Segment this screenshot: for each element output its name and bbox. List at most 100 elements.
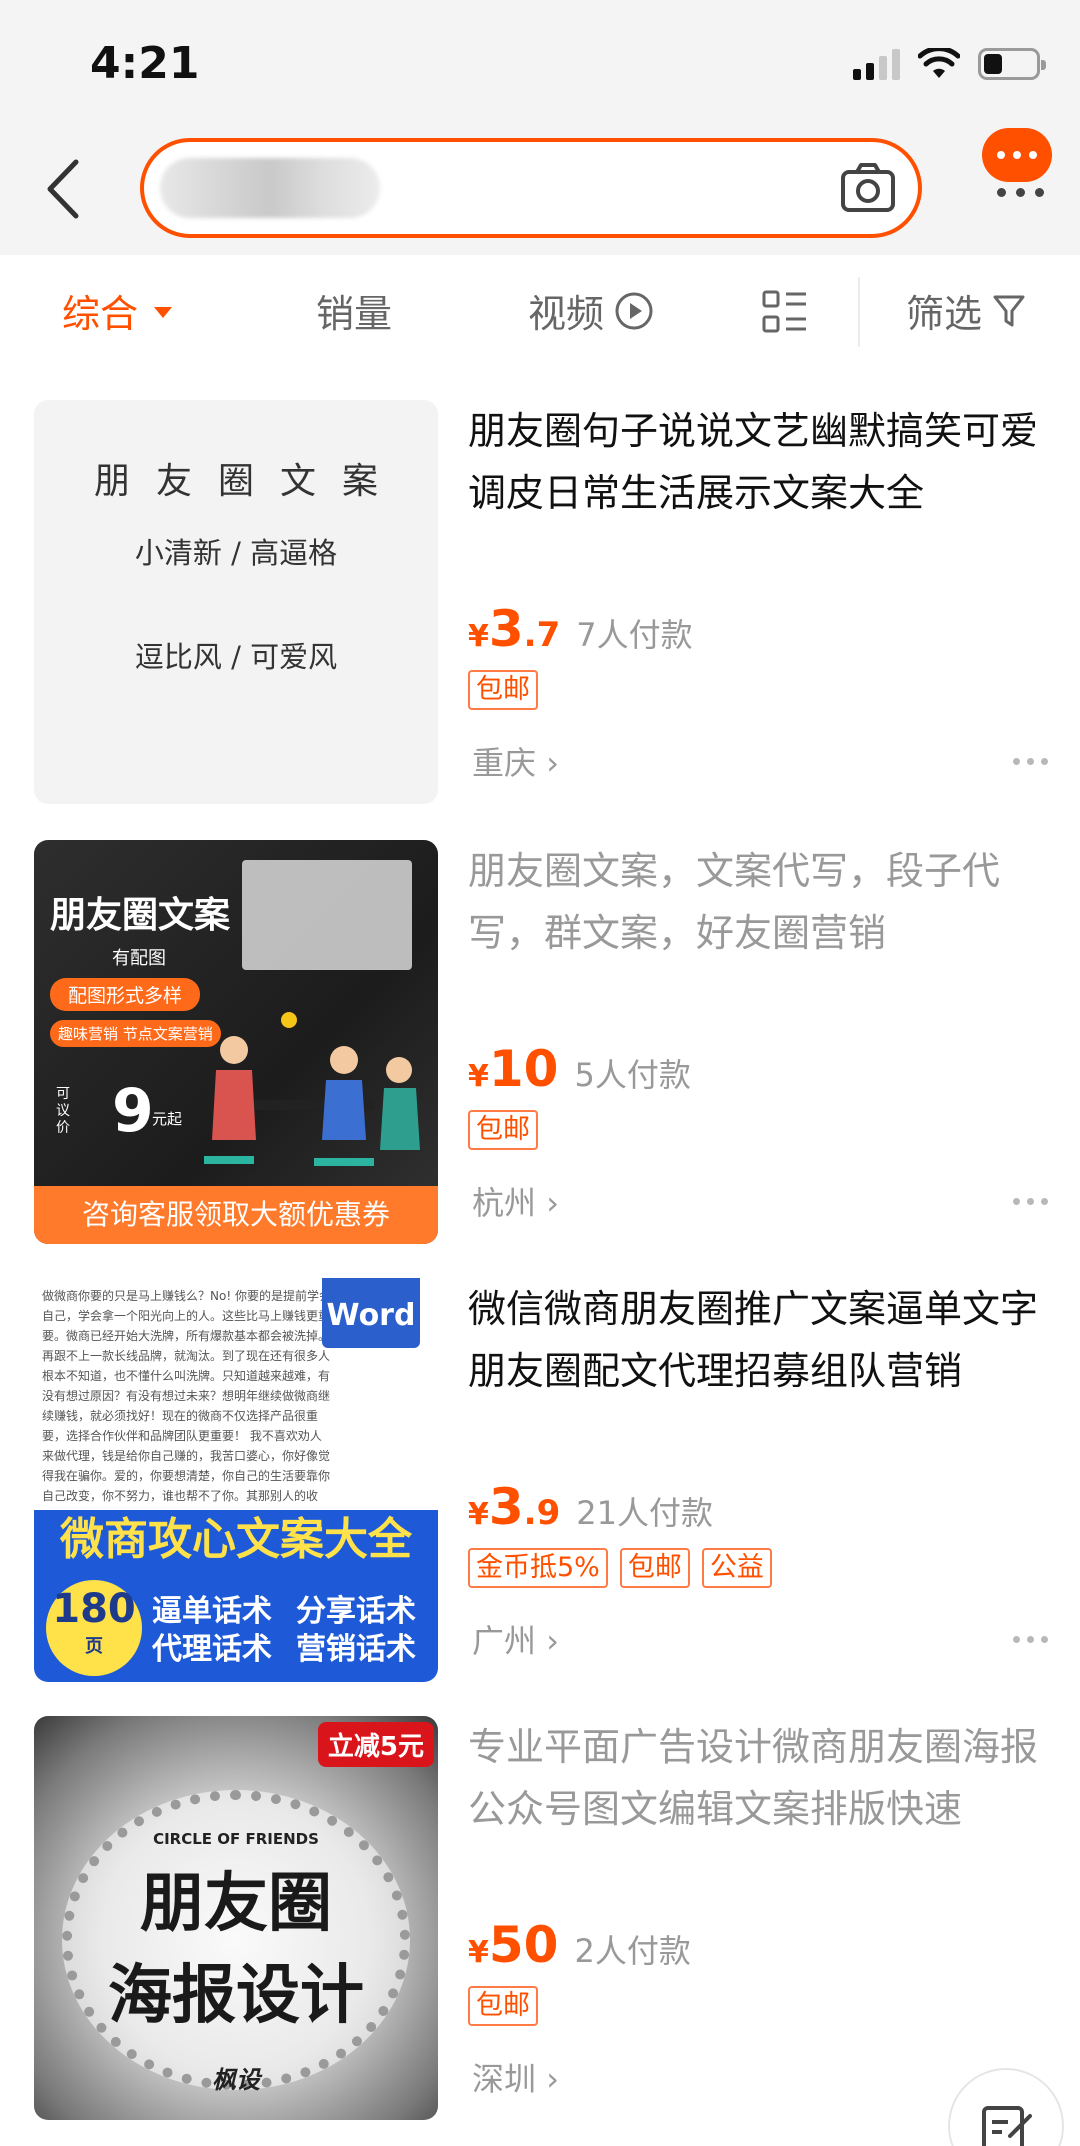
more-dots-icon <box>997 188 1044 197</box>
people-illustration <box>204 1012 420 1166</box>
price-integer: 3 <box>488 600 524 658</box>
currency-symbol: ¥ <box>468 1935 489 1970</box>
tab-comprehensive[interactable]: 综合 <box>62 283 173 338</box>
product-thumbnail[interactable]: 立减5元 CIRCLE OF FRIENDS 朋友圈 海报设计 枫设 <box>34 1716 438 2120</box>
thumb-banner: 微商攻心文案大全 <box>34 1510 438 1570</box>
product-thumbnail[interactable]: 做微商你要的只是马上赚钱么？No! 你要的是提前学会自己，学会拿一个阳光向上的人… <box>34 1278 438 1682</box>
product-thumbnail[interactable]: 朋友圈文案 小清新 / 高逼格 逗比风 / 可爱风 <box>34 400 438 804</box>
thumb-line: 小清新 / 高逼格 <box>134 536 338 570</box>
free-shipping-tag: 包邮 <box>468 670 538 710</box>
free-shipping-tag: 包邮 <box>468 1986 538 2026</box>
whiteboard-illustration <box>242 860 412 970</box>
thumb-coupon-banner: 咨询客服领取大额优惠券 <box>34 1186 438 1244</box>
thumb-heading: 朋友圈文案 <box>93 461 404 502</box>
price-decimal: .9 <box>523 1493 561 1533</box>
camera-icon[interactable] <box>840 160 896 216</box>
status-time: 4:21 <box>90 38 200 89</box>
product-item[interactable]: 做微商你要的只是马上赚钱么？No! 你要的是提前学会自己，学会拿一个阳光向上的人… <box>0 1278 1080 1715</box>
product-item[interactable]: 朋友圈文案 小清新 / 高逼格 逗比风 / 可爱风 朋友圈句子说说文艺幽默搞笑可… <box>0 400 1080 837</box>
tag-list: 包邮 <box>468 670 538 710</box>
product-item[interactable]: 朋友圈文案 有配图 配图形式多样 趣味营销 节点文案营销 可议价 9 元起 咨询… <box>0 840 1080 1277</box>
free-shipping-tag: 包邮 <box>468 1110 538 1150</box>
thumb-body-text: 做微商你要的只是马上赚钱么？No! 你要的是提前学会自己，学会拿一个阳光向上的人… <box>42 1289 331 1503</box>
thumb-line: 逗比风 / 可爱风 <box>134 640 338 674</box>
price-row: ¥ 10 5人付款 <box>468 1040 691 1098</box>
back-icon[interactable] <box>36 154 96 224</box>
product-title[interactable]: 微信微商朋友圈推广文案逼单文字朋友圈配文代理招募组队营销 <box>468 1278 1048 1402</box>
message-badge-icon <box>982 128 1052 182</box>
sales-count: 2人付款 <box>574 1932 691 1970</box>
location-label: 广州 <box>472 1622 537 1660</box>
more-options-icon[interactable] <box>1013 1198 1048 1205</box>
product-item[interactable]: 立减5元 CIRCLE OF FRIENDS 朋友圈 海报设计 枫设 专业平面广… <box>0 1716 1080 2146</box>
price-integer: 10 <box>488 1040 559 1098</box>
search-input[interactable] <box>140 138 922 238</box>
thumb-heading: 朋友圈文案 <box>50 895 231 936</box>
thumb-subheading: 有配图 <box>112 948 166 969</box>
seller-location[interactable]: 深圳 › <box>472 2054 559 2100</box>
thumb-keyword: 代理话术 <box>152 1632 272 1667</box>
product-thumbnail[interactable]: 朋友圈文案 有配图 配图形式多样 趣味营销 节点文案营销 可议价 9 元起 咨询… <box>34 840 438 1244</box>
thumb-count: 180 <box>52 1586 136 1632</box>
location-label: 深圳 <box>472 2060 537 2098</box>
funnel-icon <box>993 295 1025 326</box>
thumb-page-count: 180 页 <box>46 1580 142 1676</box>
seller-location[interactable]: 广州 › <box>472 1616 559 1662</box>
thumb-word-badge: Word <box>322 1278 420 1348</box>
sort-filter-bar: 综合 销量 视频 筛选 <box>0 255 1080 380</box>
currency-symbol: ¥ <box>468 1497 489 1532</box>
product-title[interactable]: 专业平面广告设计微商朋友圈海报公众号图文编辑文案排版快速 <box>468 1716 1048 1840</box>
thumb-price-unit: 元起 <box>152 1110 183 1128</box>
chevron-right-icon: › <box>546 1622 559 1660</box>
product-info: 专业平面广告设计微商朋友圈海报公众号图文编辑文案排版快速 ¥ 50 2人付款 包… <box>468 1716 1048 2120</box>
product-title[interactable]: 朋友圈句子说说文艺幽默搞笑可爱调皮日常生活展示文案大全 <box>468 400 1048 524</box>
location-label: 杭州 <box>472 1184 537 1222</box>
seller-location[interactable]: 重庆 › <box>472 738 559 784</box>
thumb-count-unit: 页 <box>85 1636 103 1657</box>
location-label: 重庆 <box>472 744 537 782</box>
product-info: 微信微商朋友圈推广文案逼单文字朋友圈配文代理招募组队营销 ¥ 3 .9 21人付… <box>468 1278 1048 1682</box>
product-info: 朋友圈句子说说文艺幽默搞笑可爱调皮日常生活展示文案大全 ¥ 3 .7 7人付款 … <box>468 400 1048 804</box>
more-menu-button[interactable] <box>970 128 1060 210</box>
more-options-icon[interactable] <box>1013 758 1048 765</box>
tab-sales-label: 销量 <box>316 292 393 336</box>
filter-button-label: 筛选 <box>906 292 983 336</box>
thumb-price: 9 <box>112 1076 154 1146</box>
tab-sales[interactable]: 销量 <box>316 283 392 338</box>
status-bar: 4:21 <box>0 0 1080 130</box>
thumb-logo: 枫设 <box>212 2066 260 2094</box>
price-integer: 3 <box>488 1478 524 1536</box>
price-decimal: .7 <box>523 615 561 655</box>
chevron-right-icon: › <box>546 1184 559 1222</box>
play-circle-icon <box>615 292 653 329</box>
filter-divider <box>858 277 860 347</box>
currency-symbol: ¥ <box>468 1059 489 1094</box>
filter-button[interactable]: 筛选 <box>906 283 1026 338</box>
more-options-icon[interactable] <box>1013 1636 1048 1643</box>
caret-down-icon <box>154 307 173 318</box>
product-info: 朋友圈文案，文案代写，段子代写，群文案，好友圈营销 ¥ 10 5人付款 包邮 杭… <box>468 840 1048 1244</box>
thumb-discount-badge: 立减5元 <box>317 1722 434 1767</box>
product-title[interactable]: 朋友圈文案，文案代写，段子代写，群文案，好友圈营销 <box>468 840 1048 964</box>
thumb-heading: 朋友圈 <box>140 1867 332 1941</box>
cellular-signal-icon <box>853 48 900 80</box>
coin-discount-tag: 金币抵5% <box>468 1548 608 1588</box>
tag-list: 包邮 <box>468 1110 538 1150</box>
layout-toggle-icon[interactable] <box>762 289 808 335</box>
thumb-caption: CIRCLE OF FRIENDS <box>153 1830 319 1848</box>
seller-location[interactable]: 杭州 › <box>472 1178 559 1224</box>
chevron-right-icon: › <box>546 2060 559 2098</box>
tab-video[interactable]: 视频 <box>528 283 654 338</box>
thumb-heading: 海报设计 <box>108 1959 364 2033</box>
tab-comprehensive-label: 综合 <box>62 292 139 336</box>
tab-video-label: 视频 <box>528 292 605 336</box>
free-shipping-tag: 包邮 <box>619 1548 690 1588</box>
price-row: ¥ 3 .9 21人付款 <box>468 1478 713 1536</box>
thumb-pill: 配图形式多样 <box>50 978 201 1011</box>
sales-count: 5人付款 <box>574 1056 691 1094</box>
thumb-negotiable: 可议价 <box>56 1086 70 1136</box>
tag-list: 包邮 <box>468 1986 538 2026</box>
price-integer: 50 <box>488 1916 559 1974</box>
thumb-pill: 趣味营销 节点文案营销 <box>50 1020 221 1047</box>
edit-note-icon <box>982 2106 1032 2146</box>
